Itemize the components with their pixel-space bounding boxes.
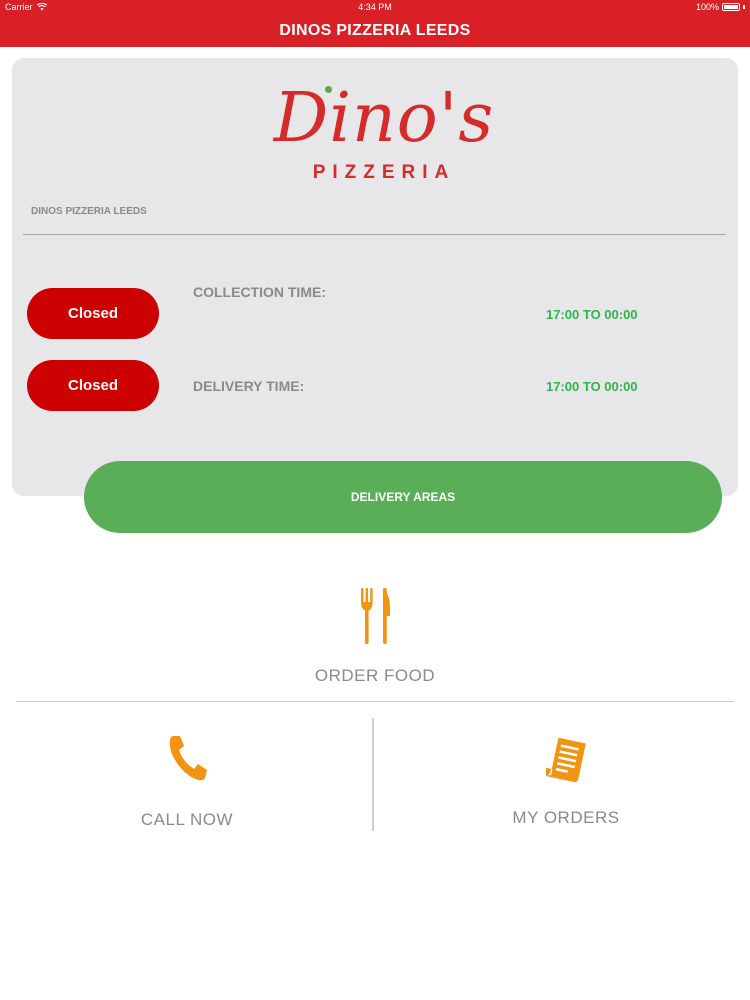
fork-knife-icon bbox=[361, 588, 390, 644]
logo-dot bbox=[325, 86, 332, 93]
store-info-card: Dino's PIZZERIA DINOS PIZZERIA LEEDS Clo… bbox=[12, 58, 738, 496]
delivery-areas-button[interactable]: DELIVERY AREAS bbox=[84, 461, 722, 533]
delivery-time-label: DELIVERY TIME: bbox=[193, 378, 305, 394]
collection-status-button[interactable]: Closed bbox=[27, 288, 159, 339]
call-now-button[interactable]: CALL NOW bbox=[16, 718, 372, 838]
logo-subtitle: PIZZERIA bbox=[312, 162, 456, 183]
section-divider bbox=[16, 701, 734, 702]
battery-icon bbox=[722, 3, 740, 11]
collection-time-label: COLLECTION TIME: bbox=[193, 284, 326, 300]
logo-script-text: Dino's bbox=[273, 79, 495, 158]
delivery-hours: 17:00 TO 00:00 bbox=[546, 379, 638, 394]
my-orders-button[interactable]: MY ORDERS bbox=[374, 718, 734, 838]
battery-indicator: 100% bbox=[696, 2, 745, 12]
dinos-logo: Dino's PIZZERIA bbox=[234, 80, 534, 190]
page-title: DINOS PIZZERIA LEEDS bbox=[0, 14, 750, 47]
status-bar: Carrier 4:34 PM 100% bbox=[0, 0, 750, 14]
phone-icon bbox=[169, 736, 207, 781]
delivery-status-button[interactable]: Closed bbox=[27, 360, 159, 411]
divider bbox=[23, 234, 726, 235]
call-now-label: CALL NOW bbox=[140, 810, 234, 829]
my-orders-label: MY ORDERS bbox=[512, 808, 620, 827]
battery-percent: 100% bbox=[695, 2, 719, 12]
collection-hours: 17:00 TO 00:00 bbox=[546, 307, 638, 322]
receipt-icon bbox=[546, 737, 586, 782]
order-food-button[interactable]: ORDER FOOD bbox=[0, 580, 750, 690]
store-name: DINOS PIZZERIA LEEDS bbox=[31, 206, 147, 217]
clock: 4:34 PM bbox=[358, 2, 392, 12]
order-food-label: ORDER FOOD bbox=[314, 666, 436, 685]
